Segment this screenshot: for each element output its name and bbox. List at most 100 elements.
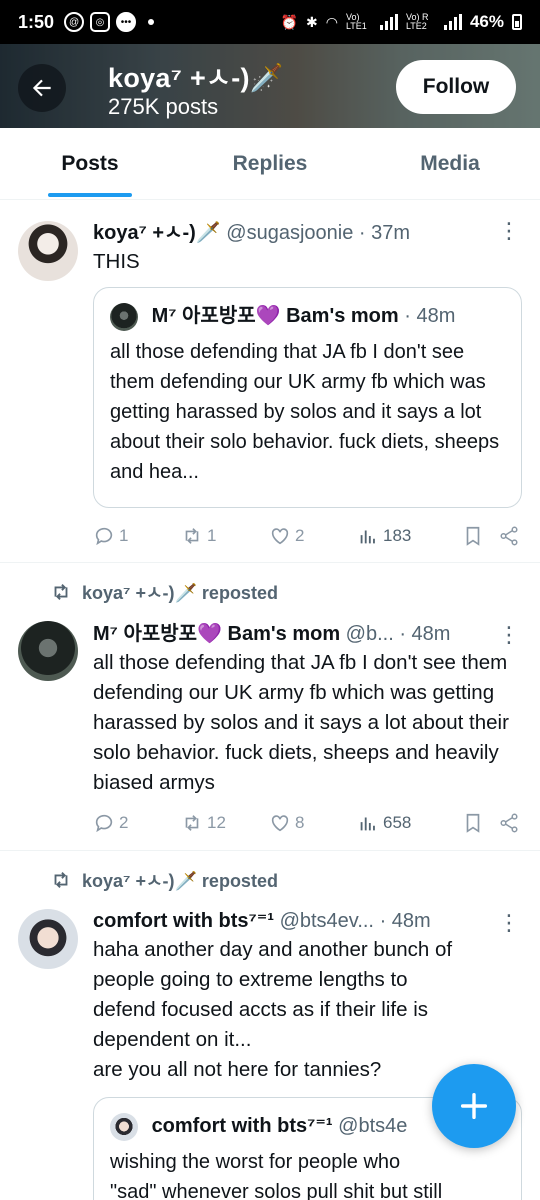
author-handle[interactable]: @b... [346, 623, 394, 645]
reply-icon [95, 527, 113, 546]
threads-icon: @ [64, 12, 85, 32]
repost-icon [185, 528, 199, 544]
back-arrow-icon [32, 79, 51, 97]
heart-icon [271, 528, 289, 545]
tweet-text: THIS [93, 250, 140, 273]
repost-indicator: koya⁷ +ㅅ-)🗡️ reposted [50, 579, 278, 605]
signal-icon-2 [443, 14, 462, 30]
back-button[interactable] [18, 64, 66, 112]
views-icon [360, 530, 375, 544]
tweet-text: haha another day and another bunch of pe… [93, 935, 522, 1085]
views-button[interactable]: 658 [357, 812, 447, 834]
bluetooth-icon: ✱ [306, 13, 318, 30]
follow-button[interactable]: Follow [396, 60, 516, 114]
profile-name: koya⁷ +ㅅ-)🗡️ [108, 63, 284, 93]
tweet[interactable]: koya⁷ +ㅅ-)🗡️ reposted ⋮ comfort with bts… [0, 851, 540, 1200]
plus-icon [460, 1092, 488, 1120]
tweet-text-line: haha another day and another bunch of [93, 938, 453, 961]
tweet-header: comfort with bts⁷⁼¹ @bts4ev... · 48m [93, 907, 522, 935]
reply-count: 1 [119, 526, 129, 545]
tweet-time: · 48m [379, 910, 431, 932]
repost-count: 1 [207, 526, 217, 545]
share-button[interactable] [498, 525, 522, 547]
repost-icon [185, 815, 199, 831]
quote-text-line: wishing the worst for people who [110, 1150, 401, 1173]
tab-replies[interactable]: Replies [180, 128, 360, 199]
battery-percent: 46% [469, 12, 504, 31]
avatar[interactable] [18, 909, 78, 969]
repost-count: 12 [207, 813, 226, 832]
repost-icon [54, 872, 68, 888]
battery-icon [512, 14, 522, 30]
repost-icon [54, 584, 68, 600]
repost-indicator: koya⁷ +ㅅ-)🗡️ reposted [50, 867, 278, 893]
compose-button[interactable] [432, 1064, 516, 1148]
share-icon [500, 526, 518, 546]
author-name[interactable]: comfort with bts⁷⁼¹ [93, 910, 274, 932]
quote-time: · 48m [404, 305, 456, 327]
tab-media[interactable]: Media [360, 128, 540, 199]
reply-icon [95, 814, 113, 833]
quote-text: all those defending that JA fb I don't s… [110, 340, 500, 483]
bookmark-icon [466, 526, 480, 546]
tweet-actions: 2 12 8 658 [93, 808, 522, 838]
heart-icon [271, 815, 289, 832]
views-icon [360, 817, 375, 831]
tweet-time: · 37m [358, 222, 411, 244]
avatar[interactable] [18, 621, 78, 681]
tweet-time: · 48m [399, 623, 451, 645]
tweet[interactable]: ⋮ koya⁷ +ㅅ-)🗡️ @sugasjoonie · 37m THIS M… [0, 201, 540, 563]
repost-label[interactable]: koya⁷ +ㅅ-)🗡️ reposted [82, 579, 278, 605]
wifi-icon: ◠ [325, 13, 338, 30]
quoted-tweet[interactable]: M⁷ 아포방포💜 Bam's mom · 48m all those defen… [93, 287, 522, 508]
bookmark-icon [466, 813, 480, 833]
tab-posts[interactable]: Posts [0, 128, 180, 199]
tweet-text-line: people going to extreme lengths to [93, 968, 408, 991]
bookmark-button[interactable] [462, 812, 498, 834]
view-count: 658 [383, 813, 412, 832]
share-icon [500, 813, 518, 833]
view-count: 183 [383, 526, 412, 545]
posts-count: 275K posts [108, 94, 219, 119]
tweet-text-line: dependent on it... [93, 1028, 252, 1051]
share-button[interactable] [498, 812, 522, 834]
views-button[interactable]: 183 [357, 525, 447, 547]
status-bar: 1:50 @ ◎ ••• ⏰ ✱ ◠ Vo) LTE1 Vo) R LTE2 4… [0, 0, 540, 44]
profile-header: koya⁷ +ㅅ-)🗡️ 275K posts Follow [0, 44, 540, 128]
like-count: 8 [295, 813, 305, 832]
tweet-actions: 1 1 2 183 [93, 521, 522, 551]
instagram-icon: ◎ [90, 12, 111, 32]
reply-count: 2 [119, 813, 129, 832]
avatar[interactable] [18, 221, 78, 281]
tweet-header: koya⁷ +ㅅ-)🗡️ @sugasjoonie · 37m [93, 219, 522, 247]
alarm-icon: ⏰ [280, 13, 299, 30]
like-button[interactable]: 2 [269, 525, 357, 547]
tweet-header: M⁷ 아포방포💜 Bam's mom @b... · 48m [93, 620, 522, 648]
author-handle[interactable]: @sugasjoonie [226, 222, 353, 244]
notification-dot-icon [148, 19, 155, 25]
quote-handle: @bts4e [338, 1115, 408, 1137]
author-name[interactable]: M⁷ 아포방포💜 Bam's mom [93, 623, 340, 645]
quote-avatar [110, 1112, 138, 1141]
quote-author-name: comfort with bts⁷⁼¹ [151, 1115, 333, 1137]
quote-text-line: "sad" whenever solos pull shit but still [110, 1180, 443, 1200]
profile-tabs: Posts Replies Media [0, 128, 540, 200]
repost-button[interactable]: 1 [181, 525, 269, 547]
author-name[interactable]: koya⁷ +ㅅ-)🗡️ [93, 222, 221, 244]
network-label-2: Vo) R LTE2 [405, 12, 429, 31]
quote-avatar [110, 302, 138, 331]
tweet[interactable]: koya⁷ +ㅅ-)🗡️ reposted ⋮ M⁷ 아포방포💜 Bam's m… [0, 563, 540, 851]
repost-button[interactable]: 12 [181, 812, 269, 834]
reply-button[interactable]: 2 [93, 812, 181, 834]
status-time: 1:50 [18, 11, 55, 32]
reply-button[interactable]: 1 [93, 525, 181, 547]
signal-icon-1 [379, 14, 398, 30]
tweet-text-line: defend focused accts as if their life is [93, 998, 429, 1021]
quote-text: wishing the worst for people who "sad" w… [110, 1147, 505, 1200]
repost-label[interactable]: koya⁷ +ㅅ-)🗡️ reposted [82, 867, 278, 893]
like-button[interactable]: 8 [269, 812, 357, 834]
quote-author-name: M⁷ 아포방포💜 Bam's mom [151, 305, 399, 327]
like-count: 2 [295, 526, 305, 545]
author-handle[interactable]: @bts4ev... [280, 910, 374, 932]
bookmark-button[interactable] [462, 525, 498, 547]
